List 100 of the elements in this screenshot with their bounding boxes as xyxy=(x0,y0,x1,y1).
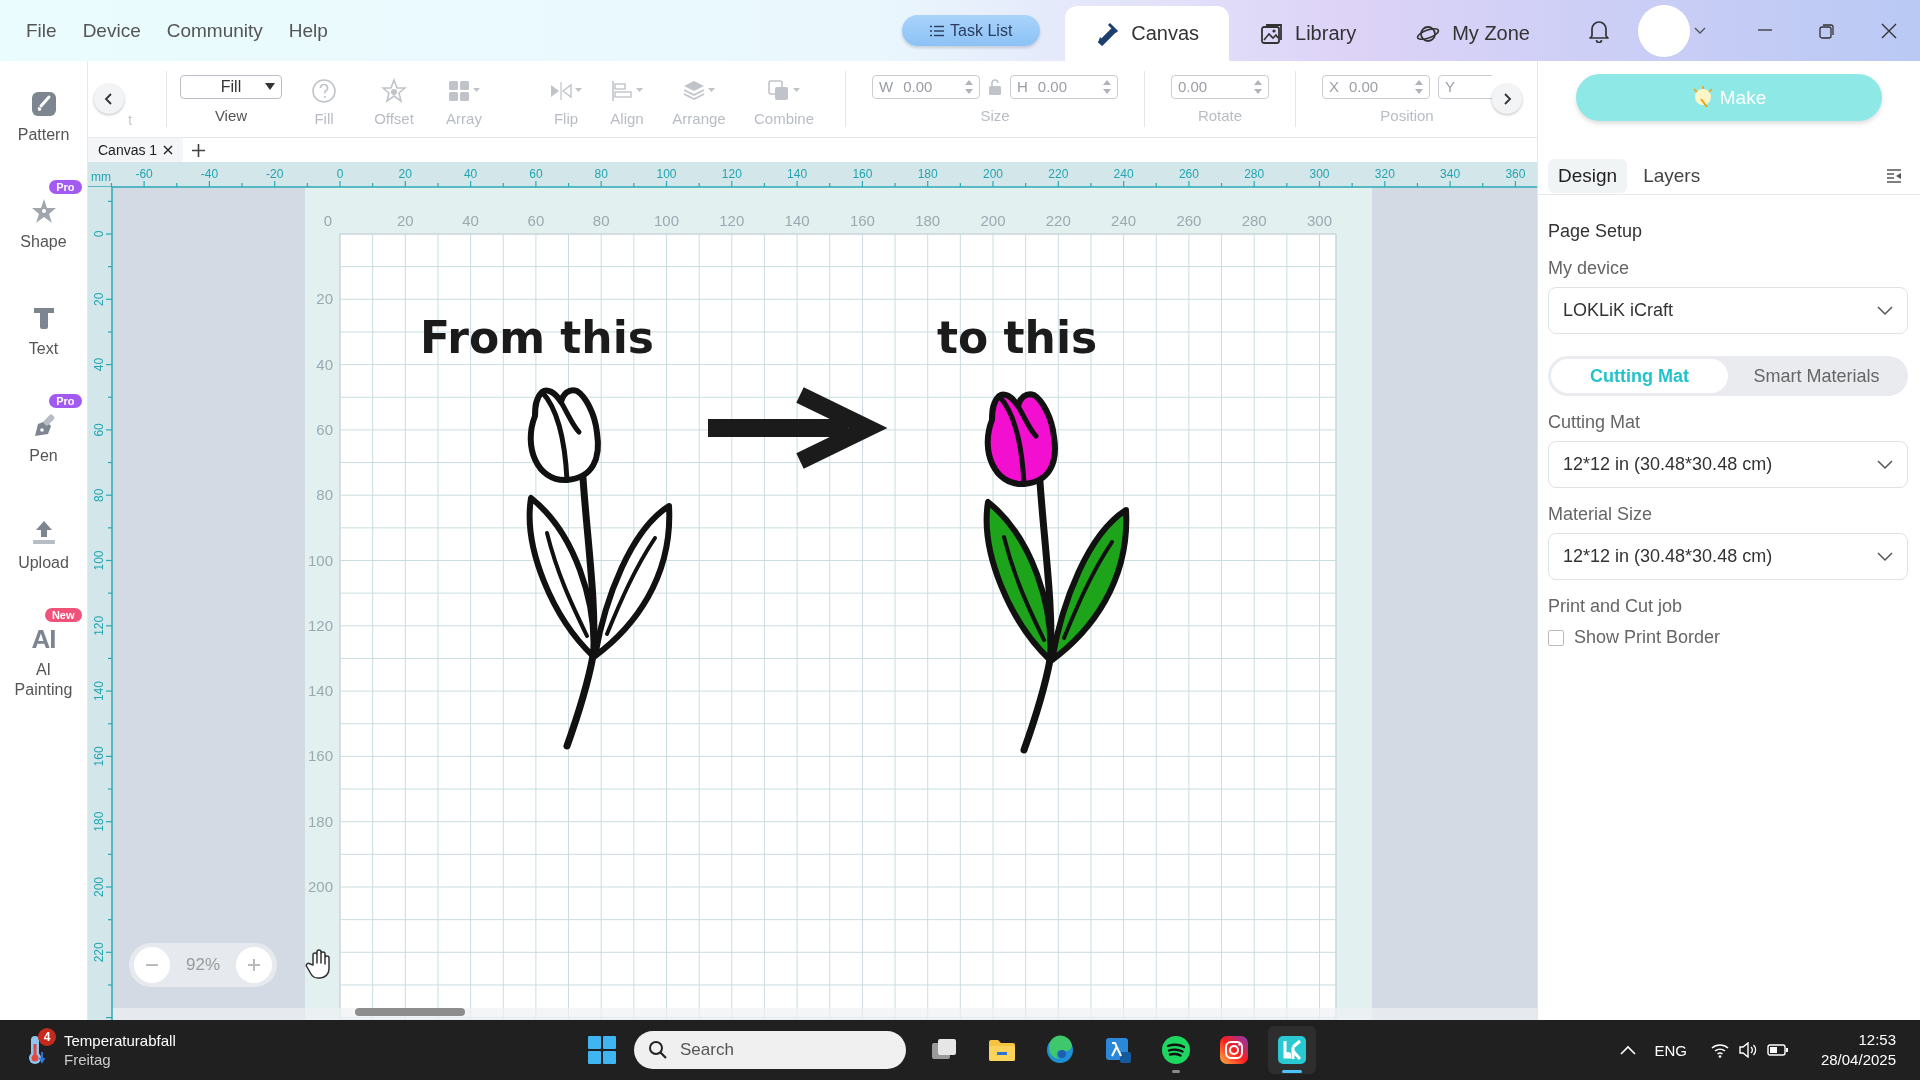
brush-icon xyxy=(30,91,57,117)
ruler-label: 60 xyxy=(92,423,106,437)
caret-down-icon xyxy=(265,82,275,91)
ruler-label: 100 xyxy=(92,550,106,571)
weather-title: Temperaturabfall xyxy=(64,1031,176,1050)
mat-ruler-label: 300 xyxy=(1307,212,1332,229)
section-title: Page Setup xyxy=(1548,221,1644,242)
mat-ruler-label: 180 xyxy=(307,812,333,830)
clock-date[interactable]: 28/04/2025 xyxy=(1820,1050,1896,1070)
search-icon xyxy=(648,1040,668,1060)
rotate-label: Rotate xyxy=(1197,106,1243,124)
nav-tab[interactable]: My Zone xyxy=(1386,6,1560,61)
wifi-icon[interactable] xyxy=(1710,1042,1729,1058)
menu-item[interactable]: Community xyxy=(166,19,263,42)
zoom-level: 92% xyxy=(186,955,220,975)
spinner-icon xyxy=(1415,79,1423,94)
menu-item[interactable]: File xyxy=(26,19,57,42)
lambda-icon[interactable] xyxy=(1103,1035,1133,1065)
bell-icon[interactable] xyxy=(1588,18,1610,43)
ruler-label: 80 xyxy=(92,488,106,502)
ruler-label: 0 xyxy=(336,167,344,181)
upload-icon xyxy=(30,519,57,545)
mat-ruler-label: 200 xyxy=(980,212,1006,229)
ruler-label: 40 xyxy=(463,167,478,181)
chevron-down-icon xyxy=(1877,305,1893,316)
ruler-label: -60 xyxy=(135,167,153,181)
nav-tab[interactable]: Library xyxy=(1229,6,1387,61)
plus-icon xyxy=(247,958,261,972)
sidebar-label: Shape xyxy=(20,232,67,252)
badge: New xyxy=(44,608,82,622)
weather-subtitle: Freitag xyxy=(64,1050,112,1069)
canvas-text: From this xyxy=(420,312,654,363)
position-label: Position xyxy=(1380,106,1434,124)
ruler-label: 160 xyxy=(92,746,106,767)
ruler-label: 360 xyxy=(1505,167,1526,181)
view-label: View xyxy=(214,106,248,124)
checkbox[interactable] xyxy=(1548,629,1564,646)
mat-ruler-label: 120 xyxy=(307,616,333,634)
ruler-label: 220 xyxy=(1048,167,1069,181)
browser-icon[interactable] xyxy=(1045,1035,1075,1065)
speaker-icon[interactable] xyxy=(1738,1042,1757,1058)
caret-down-icon[interactable] xyxy=(1694,26,1706,35)
mat-ruler-label: 0 xyxy=(323,212,333,229)
grid-icon xyxy=(447,78,481,104)
ruler-label: 340 xyxy=(1440,167,1461,181)
mat-ruler-label: 200 xyxy=(307,878,333,895)
sidebar-label: Upload xyxy=(18,553,69,573)
windows-start-icon[interactable] xyxy=(588,1036,616,1064)
ruler-label: 0 xyxy=(92,230,106,238)
nav-tab[interactable]: Canvas xyxy=(1065,6,1230,61)
task-list-button[interactable]: Task List xyxy=(902,15,1041,46)
ruler-label: 100 xyxy=(656,167,677,181)
ruler-label: 120 xyxy=(92,615,106,636)
mat-ruler-label: 60 xyxy=(316,420,333,438)
document-tab[interactable]: Canvas 1 xyxy=(88,138,184,162)
ruler-label: 20 xyxy=(92,292,106,306)
collapse-panel-icon[interactable] xyxy=(1886,167,1902,184)
chevron-left-icon xyxy=(104,93,114,105)
material-size-dropdown[interactable]: 12*12 in (30.48*30.48 cm) xyxy=(1548,533,1908,580)
view-dropdown[interactable]: Fill xyxy=(180,74,282,99)
scroll-right-button[interactable] xyxy=(1492,84,1522,114)
spinner-icon xyxy=(1103,79,1111,94)
mat-ruler-label: 80 xyxy=(316,486,333,504)
mat-ruler-label: 40 xyxy=(316,355,333,373)
mat-ruler-label: 80 xyxy=(592,212,610,229)
menu-item[interactable]: Device xyxy=(82,19,141,42)
scrollbar-thumb[interactable] xyxy=(355,1008,465,1016)
list-icon xyxy=(930,24,945,37)
ruler-label: -20 xyxy=(266,167,284,181)
mat-size-dropdown[interactable]: 12*12 in (30.48*30.48 cm) xyxy=(1548,441,1908,488)
close-icon[interactable] xyxy=(163,145,174,155)
chevron-up-icon[interactable] xyxy=(1620,1045,1637,1055)
clock-time[interactable]: 12:53 xyxy=(1858,1030,1896,1050)
mat-ruler-label: 220 xyxy=(1045,212,1071,229)
spotify-icon[interactable] xyxy=(1161,1035,1191,1065)
plus-icon[interactable] xyxy=(191,143,205,157)
panel-tab[interactable]: Layers xyxy=(1633,158,1711,193)
scroll-left-button[interactable] xyxy=(94,84,124,114)
menu-item[interactable]: Help xyxy=(288,19,328,42)
ruler-label: 240 xyxy=(1113,167,1134,181)
camera-icon[interactable] xyxy=(1219,1035,1249,1065)
restore-icon[interactable] xyxy=(1818,21,1836,40)
mat-ruler-label: 20 xyxy=(316,290,333,308)
sidebar-label: Pattern xyxy=(17,125,70,145)
battery-icon[interactable] xyxy=(1766,1043,1789,1057)
ruler-label: 80 xyxy=(594,167,608,181)
language-indicator[interactable]: ENG xyxy=(1654,1041,1687,1059)
sidebar-label: Pen xyxy=(29,446,58,466)
device-dropdown[interactable]: LOKLiK iCraft xyxy=(1548,287,1908,334)
ruler-label: 140 xyxy=(787,167,808,181)
close-icon[interactable] xyxy=(1880,21,1898,40)
image-icon xyxy=(1259,21,1284,46)
sidebar-label: AI Painting xyxy=(13,660,74,700)
segment-button[interactable]: Smart Materials xyxy=(1728,359,1905,393)
lightbulb-icon xyxy=(1691,85,1714,110)
panel-tab[interactable]: Design xyxy=(1548,158,1628,193)
search-field[interactable]: Search xyxy=(634,1031,906,1069)
ruler-unit: mm xyxy=(91,170,111,184)
field-label: Print and Cut job xyxy=(1548,596,1684,617)
ruler-label: 220 xyxy=(92,942,106,963)
